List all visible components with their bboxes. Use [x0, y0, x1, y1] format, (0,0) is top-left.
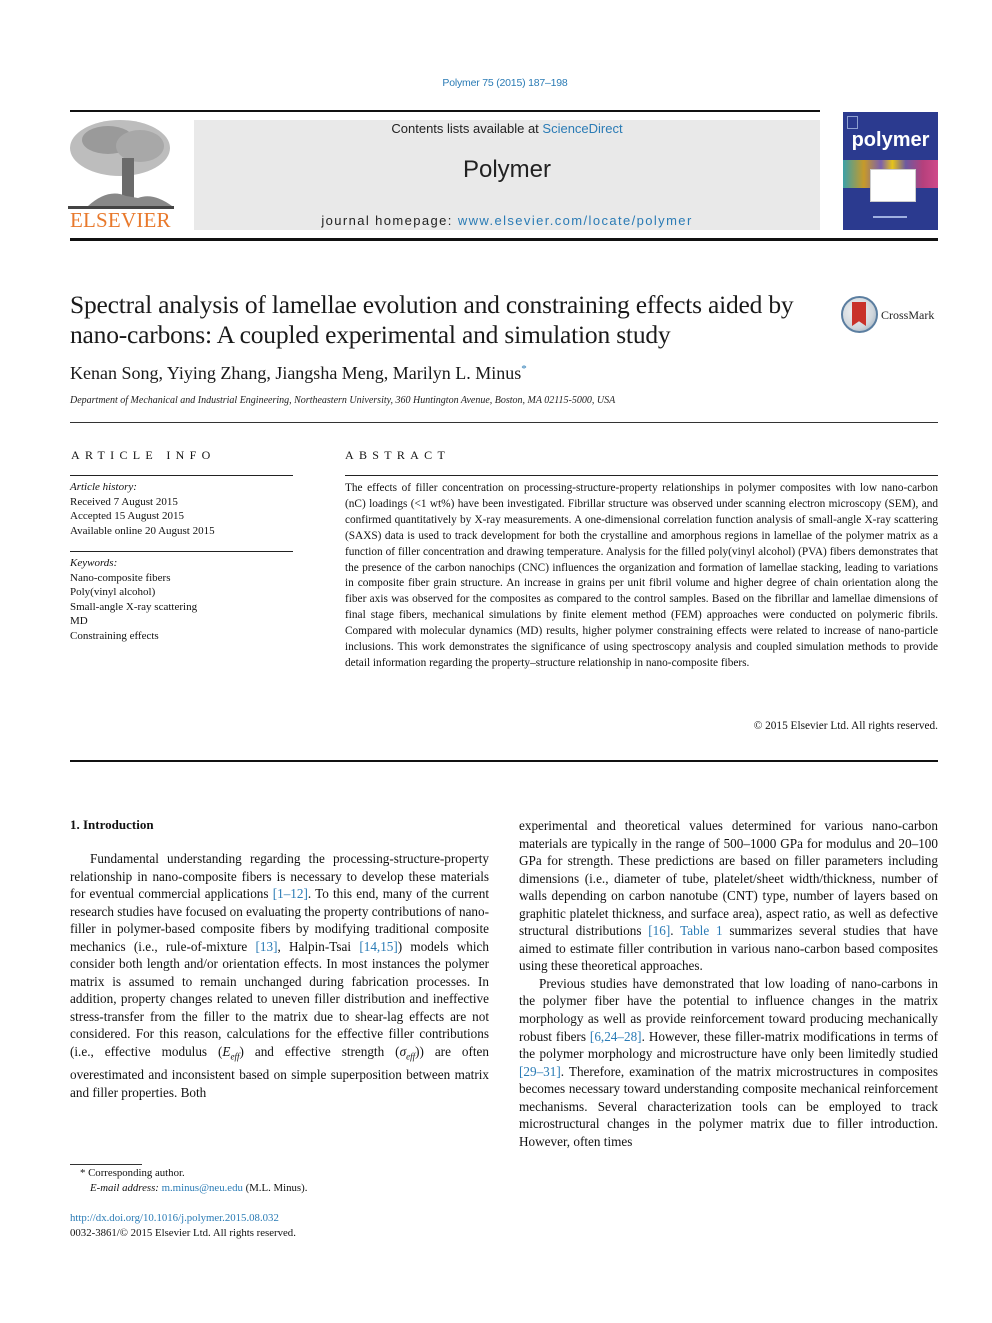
email-suffix: (M.L. Minus). [242, 1182, 308, 1194]
keyword-item: Nano-composite fibers [70, 571, 171, 584]
history-received: Received 7 August 2015 [70, 495, 178, 508]
affiliation-rule [70, 422, 938, 423]
eff-subscript: eff [406, 1051, 416, 1062]
corresponding-author-note: * Corresponding author. [70, 1166, 307, 1181]
elsevier-logo[interactable]: ELSEVIER [68, 118, 174, 233]
keywords: Keywords: Nano-composite fibers Poly(vin… [70, 556, 293, 644]
keyword-item: MD [70, 615, 88, 628]
journal-reference-link[interactable]: Polymer 75 (2015) 187–198 [0, 77, 992, 89]
journal-name: Polymer [462, 156, 552, 183]
abstract-copyright: © 2015 Elsevier Ltd. All rights reserved… [753, 720, 938, 732]
body-column-left: Fundamental understanding regarding the … [70, 850, 489, 1101]
abstract-bottom-rule [70, 760, 938, 762]
history-accepted: Accepted 15 August 2015 [70, 510, 184, 523]
header-top-rule [70, 110, 820, 112]
article-info-heading: ARTICLE INFO [71, 448, 216, 462]
journal-cover-image[interactable]: polymer [843, 112, 938, 230]
doi-link[interactable]: http://dx.doi.org/10.1016/j.polymer.2015… [70, 1211, 296, 1226]
intro-paragraph-1-continued: experimental and theoretical values dete… [519, 817, 938, 975]
contents-prefix: Contents lists available at [391, 121, 543, 136]
sciencedirect-link[interactable]: ScienceDirect [542, 121, 622, 136]
homepage-link[interactable]: www.elsevier.com/locate/polymer [458, 213, 693, 228]
citation-link[interactable]: [14,15] [359, 939, 397, 954]
abstract-rule [345, 475, 938, 476]
crossmark-button[interactable]: CrossMark [841, 296, 941, 336]
footnote-rule [70, 1164, 142, 1165]
journal-homepage: journal homepage: www.elsevier.com/locat… [194, 213, 820, 228]
cover-footer-text [873, 216, 907, 218]
email-link[interactable]: m.minus@neu.edu [162, 1182, 243, 1194]
history-online: Available online 20 August 2015 [70, 524, 215, 537]
article-history: Article history: Received 7 August 2015 … [70, 480, 293, 538]
cover-title: polymer [851, 129, 930, 151]
text-run: . [670, 923, 681, 939]
citation-link[interactable]: [29–31] [519, 1064, 561, 1079]
body-column-right: experimental and theoretical values dete… [519, 817, 938, 1150]
author-list: Kenan Song, Yiying Zhang, Jiangsha Meng,… [70, 363, 527, 384]
text-run: experimental and theoretical values dete… [519, 818, 938, 939]
citation-link[interactable]: [13] [255, 939, 277, 954]
text-run: ) models which consider both length and/… [70, 938, 489, 1060]
corresponding-author-mark[interactable]: * [521, 363, 527, 375]
keyword-item: Poly(vinyl alcohol) [70, 586, 156, 599]
history-label: Article history: [70, 481, 137, 493]
table-link[interactable]: Table 1 [680, 923, 722, 938]
text-run: , Halpin-Tsai [277, 938, 360, 954]
citation-link[interactable]: [6,24–28] [590, 1029, 642, 1044]
introduction-heading: 1. Introduction [70, 817, 154, 832]
sigma-eff-symbol: σeff [400, 1044, 416, 1062]
abstract-text: The effects of filler concentration on p… [345, 482, 938, 669]
crossmark-label: CrossMark [881, 308, 935, 322]
intro-paragraph-2: Previous studies have demonstrated that … [519, 975, 938, 1150]
header-bottom-rule [70, 238, 938, 241]
keywords-label: Keywords: [70, 557, 118, 569]
contents-line: Contents lists available at ScienceDirec… [194, 121, 820, 136]
affiliation: Department of Mechanical and Industrial … [70, 395, 616, 406]
article-title: Spectral analysis of lamellae evolution … [70, 290, 794, 349]
corresponding-text: Corresponding author. [85, 1167, 185, 1179]
citation-link[interactable]: [16] [648, 923, 670, 938]
email-line: E-mail address: m.minus@neu.edu (M.L. Mi… [70, 1181, 307, 1196]
keyword-item: Small-angle X-ray scattering [70, 600, 198, 613]
cover-badge-icon [847, 116, 858, 129]
homepage-label: journal homepage: [321, 213, 458, 228]
text-run: ) and effective strength ( [239, 1044, 400, 1060]
elsevier-wordmark: ELSEVIER [70, 208, 171, 232]
citation-link[interactable]: [1–12] [273, 886, 308, 901]
footnote: * Corresponding author. E-mail address: … [70, 1166, 307, 1196]
journal-masthead: Contents lists available at ScienceDirec… [194, 120, 820, 230]
text-run: . Therefore, examination of the matrix m… [519, 1063, 938, 1149]
abstract-heading: ABSTRACT [345, 448, 451, 462]
issn-line: 0032-3861/© 2015 Elsevier Ltd. All right… [70, 1227, 296, 1239]
email-label: E-mail address: [90, 1182, 159, 1194]
doi-block: http://dx.doi.org/10.1016/j.polymer.2015… [70, 1211, 296, 1241]
elsevier-tree-icon [68, 118, 174, 210]
article-info-rule [70, 475, 293, 476]
keyword-item: Constraining effects [70, 629, 159, 642]
intro-paragraph-1: Fundamental understanding regarding the … [70, 850, 489, 1101]
keywords-rule [70, 551, 293, 552]
e-eff-symbol: Eeff [222, 1044, 239, 1062]
authors-text: Kenan Song, Yiying Zhang, Jiangsha Meng,… [70, 363, 522, 383]
cover-figure-inset [870, 169, 916, 202]
